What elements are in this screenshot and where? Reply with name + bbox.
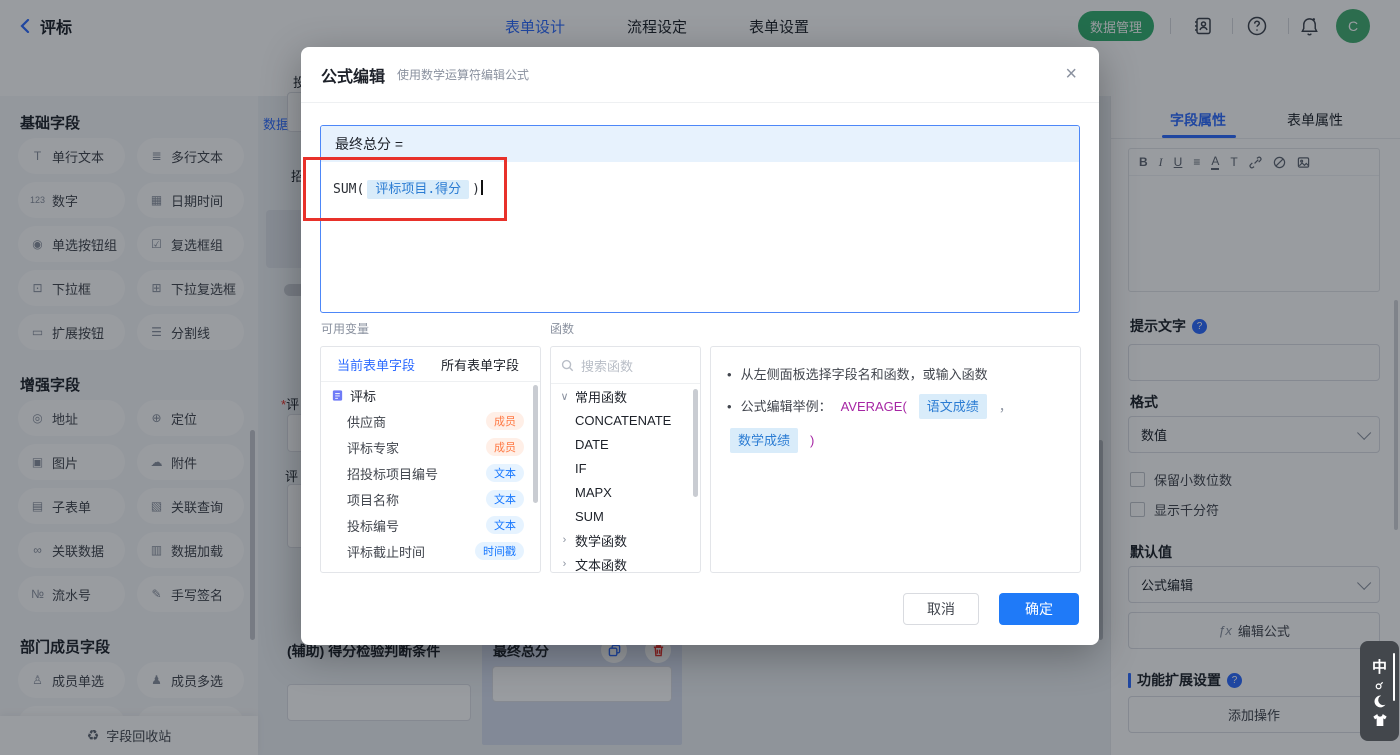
- modal-title: 公式编辑: [321, 63, 385, 87]
- variable-name: 评标截止时间: [347, 542, 425, 561]
- chevron-down-icon: ∨: [559, 390, 570, 403]
- help-example-close: ): [810, 430, 814, 451]
- help-example-chip: 数学成绩: [730, 428, 798, 453]
- variables-tabs: 当前表单字段 所有表单字段: [321, 347, 540, 382]
- bullet-icon: •: [727, 364, 732, 385]
- variable-name: 评标专家: [347, 438, 399, 457]
- widget-scrollbar: [1393, 653, 1395, 701]
- confirm-button[interactable]: 确定: [999, 593, 1079, 625]
- form-doc-icon: [331, 389, 344, 402]
- variable-row[interactable]: 供应商 成员: [321, 408, 540, 434]
- function-item[interactable]: IF: [551, 456, 700, 480]
- type-badge: 成员: [486, 412, 524, 430]
- variable-name: 招投标项目编号: [347, 464, 438, 483]
- variable-row[interactable]: 项目名称 文本: [321, 486, 540, 512]
- function-search-placeholder: 搜索函数: [581, 356, 633, 375]
- function-item[interactable]: MAPX: [551, 480, 700, 504]
- formula-target: 最终总分 =: [321, 126, 1079, 162]
- function-group-label: 文本函数: [575, 555, 627, 574]
- handwriting-icon[interactable]: [1375, 681, 1384, 690]
- variable-row[interactable]: 招投标项目编号 文本: [321, 460, 540, 486]
- bullet-icon: •: [727, 396, 732, 417]
- chevron-right-icon: ›: [559, 534, 570, 546]
- type-badge: 成员: [486, 438, 524, 456]
- help-example-function: AVERAGE(: [841, 396, 907, 417]
- variables-label: 可用变量: [321, 320, 369, 337]
- function-group-math[interactable]: › 数学函数: [551, 528, 700, 552]
- formula-close-paren: ): [472, 182, 480, 197]
- type-badge: 文本: [486, 464, 524, 482]
- formula-editor[interactable]: 最终总分 = SUM(评标项目.得分): [320, 125, 1080, 313]
- function-search[interactable]: 搜索函数: [551, 347, 700, 384]
- variable-name: 项目名称: [347, 490, 399, 509]
- darkmode-moon-icon[interactable]: [1372, 694, 1387, 709]
- ime-lang-icon[interactable]: 中: [1372, 656, 1387, 677]
- functions-label: 函数: [550, 320, 574, 337]
- cancel-button[interactable]: 取消: [903, 593, 979, 625]
- function-item[interactable]: CONCATENATE: [551, 408, 700, 432]
- type-badge: 文本: [486, 516, 524, 534]
- function-group-common[interactable]: ∨ 常用函数: [551, 384, 700, 408]
- tab-all-form-fields[interactable]: 所有表单字段: [441, 355, 519, 374]
- variable-tree-root[interactable]: 评标: [321, 382, 540, 408]
- functions-panel: 搜索函数 ∨ 常用函数 CONCATENATE DATE IF MAPX SUM…: [550, 346, 701, 573]
- variable-row[interactable]: 评标截止时间 时间戳: [321, 538, 540, 564]
- formula-expression[interactable]: SUM(评标项目.得分): [321, 162, 1079, 213]
- tab-current-form-fields[interactable]: 当前表单字段: [337, 355, 415, 374]
- variable-name: 供应商: [347, 412, 386, 431]
- functions-scrollbar[interactable]: [693, 389, 698, 497]
- formula-help-panel: • 从左侧面板选择字段名和函数，或输入函数 • 公式编辑举例： AVERAGE(…: [710, 346, 1081, 573]
- help-example-prefix: 公式编辑举例：: [741, 396, 832, 417]
- function-group-label: 常用函数: [575, 387, 627, 406]
- modal-header: 公式编辑 使用数学运算符编辑公式: [301, 47, 1099, 103]
- modal-subtitle: 使用数学运算符编辑公式: [397, 66, 529, 83]
- variable-row[interactable]: 投标编号 文本: [321, 512, 540, 538]
- formula-function: SUM(: [333, 182, 364, 197]
- help-example-comma: ，: [999, 396, 1012, 417]
- chevron-right-icon: ›: [559, 558, 570, 570]
- search-icon: [561, 359, 574, 372]
- text-cursor: [481, 180, 483, 195]
- function-item[interactable]: DATE: [551, 432, 700, 456]
- help-example-chip: 语文成绩: [919, 394, 987, 419]
- variable-root-label: 评标: [350, 386, 376, 405]
- close-icon[interactable]: ×: [1065, 63, 1077, 85]
- variables-scrollbar[interactable]: [533, 385, 538, 503]
- formula-edit-modal: 公式编辑 使用数学运算符编辑公式 × 最终总分 = SUM(评标项目.得分) 可…: [301, 47, 1099, 645]
- formula-field-chip[interactable]: 评标项目.得分: [367, 180, 469, 199]
- function-item[interactable]: SUM: [551, 504, 700, 528]
- function-group-text[interactable]: › 文本函数: [551, 552, 700, 573]
- type-badge: 时间戳: [475, 542, 524, 560]
- variable-name: 投标编号: [347, 516, 399, 535]
- theme-shirt-icon[interactable]: [1372, 713, 1388, 727]
- variables-panel: 当前表单字段 所有表单字段 评标 供应商 成员 评标专家 成员 招投标项目编号 …: [320, 346, 541, 573]
- function-group-label: 数学函数: [575, 531, 627, 550]
- ime-float-widget[interactable]: 中: [1360, 641, 1399, 741]
- help-text: 从左侧面板选择字段名和函数，或输入函数: [741, 364, 988, 385]
- help-line-1: • 从左侧面板选择字段名和函数，或输入函数: [727, 364, 1064, 385]
- screen: 评标 表单设计 流程设定 表单设置 数据管理 C 表单外链 后端脚本: [0, 0, 1400, 755]
- type-badge: 文本: [486, 490, 524, 508]
- help-line-2: • 公式编辑举例： AVERAGE( 语文成绩 ， 数学成绩 ): [727, 394, 1064, 453]
- variable-row[interactable]: 评标专家 成员: [321, 434, 540, 460]
